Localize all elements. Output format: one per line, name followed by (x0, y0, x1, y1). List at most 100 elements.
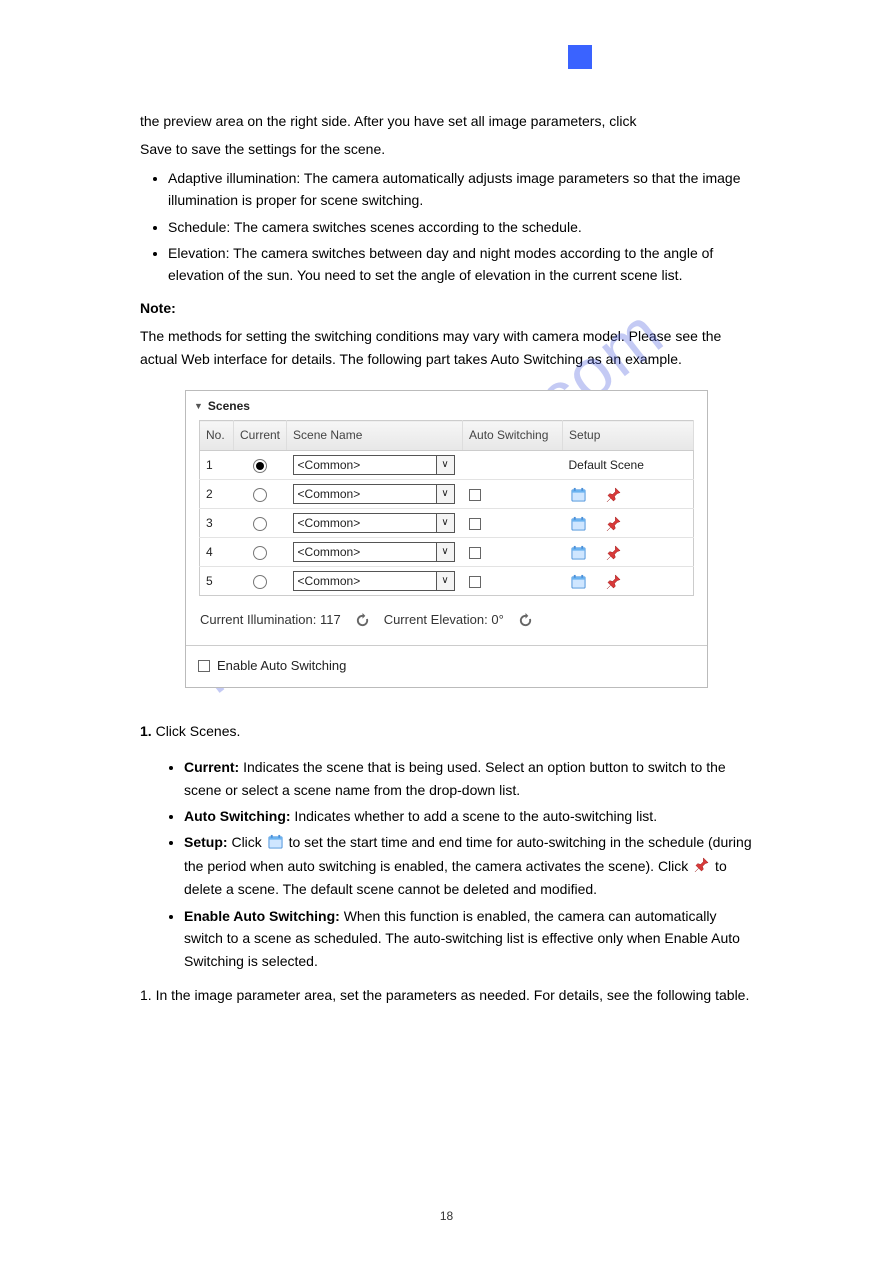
refresh-icon[interactable] (355, 613, 370, 628)
current-radio-cell (234, 509, 287, 538)
scene-name-value: <Common> (298, 572, 361, 591)
table-row: 5 <Common> ∨ (200, 567, 694, 596)
trailing-step: 1. In the image parameter area, set the … (140, 984, 753, 1006)
auto-switching-cell (463, 567, 563, 596)
scene-name-dropdown[interactable]: <Common> ∨ (293, 542, 455, 562)
intro-line-2: Save to save the settings for the scene. (140, 138, 753, 160)
note-text: The methods for setting the switching co… (140, 325, 753, 370)
chevron-down-icon: ∨ (436, 543, 454, 561)
setup-cell (563, 480, 694, 509)
condition-bullets: Adaptive illumination: The camera automa… (140, 167, 753, 287)
bullet-item: Adaptive illumination: The camera automa… (168, 167, 753, 212)
page-number: 18 (0, 1209, 893, 1223)
auto-switching-cell (463, 509, 563, 538)
scene-name-dropdown[interactable]: <Common> ∨ (293, 571, 455, 591)
setup-cell (563, 567, 694, 596)
auto-switching-checkbox[interactable] (469, 518, 481, 530)
col-header-scene-name: Scene Name (287, 421, 463, 451)
setup-cell: Default Scene (563, 451, 694, 480)
scenes-title: Scenes (208, 397, 250, 416)
pin-icon[interactable] (606, 545, 621, 560)
scene-name-cell: <Common> ∨ (287, 509, 463, 538)
scenes-table: No. Current Scene Name Auto Switching Se… (199, 420, 694, 596)
enable-auto-switching-checkbox[interactable] (198, 660, 210, 672)
bullet-item: Schedule: The camera switches scenes acc… (168, 216, 753, 238)
refresh-icon[interactable] (518, 613, 533, 628)
auto-switching-checkbox[interactable] (469, 576, 481, 588)
current-radio-cell (234, 567, 287, 596)
scene-name-value: <Common> (298, 485, 361, 504)
bullet-item: Elevation: The camera switches between d… (168, 242, 753, 287)
scene-name-dropdown[interactable]: <Common> ∨ (293, 513, 455, 533)
table-row: 2 <Common> ∨ (200, 480, 694, 509)
table-row: 3 <Common> ∨ (200, 509, 694, 538)
col-header-setup: Setup (563, 421, 694, 451)
row-number: 5 (200, 567, 234, 596)
chevron-down-icon: ∨ (436, 514, 454, 532)
col-header-no: No. (200, 421, 234, 451)
auto-switching-checkbox[interactable] (469, 489, 481, 501)
scene-name-dropdown[interactable]: <Common> ∨ (293, 484, 455, 504)
scene-name-cell: <Common> ∨ (287, 567, 463, 596)
chevron-down-icon: ∨ (436, 572, 454, 590)
calendar-icon[interactable] (571, 516, 586, 531)
auto-switching-cell (463, 538, 563, 567)
note-block: Note: (140, 297, 753, 319)
scene-name-value: <Common> (298, 514, 361, 533)
page-corner-marker (568, 45, 592, 69)
scenes-section-header[interactable]: ▼ Scenes (186, 391, 707, 420)
row-number: 4 (200, 538, 234, 567)
intro-line-1: the preview area on the right side. Afte… (140, 110, 753, 132)
pin-icon (694, 856, 709, 878)
current-scene-radio[interactable] (253, 517, 267, 531)
calendar-icon[interactable] (571, 574, 586, 589)
list-item: Enable Auto Switching: When this functio… (184, 905, 753, 972)
list-item: Auto Switching: Indicates whether to add… (184, 805, 753, 827)
row-number: 3 (200, 509, 234, 538)
elevation-label: Current Elevation: 0° (384, 610, 504, 631)
table-row: 4 <Common> ∨ (200, 538, 694, 567)
current-scene-radio[interactable] (253, 546, 267, 560)
list-item: Setup: Click to set the start time and e… (184, 831, 753, 900)
current-radio-cell (234, 451, 287, 480)
pin-icon[interactable] (606, 574, 621, 589)
current-scene-radio[interactable] (253, 575, 267, 589)
scene-name-cell: <Common> ∨ (287, 451, 463, 480)
chevron-down-icon: ∨ (436, 456, 454, 474)
auto-switching-cell (463, 480, 563, 509)
list-item: Current: Indicates the scene that is bei… (184, 756, 753, 801)
current-radio-cell (234, 480, 287, 509)
current-scene-radio[interactable] (253, 488, 267, 502)
chevron-down-icon: ∨ (436, 485, 454, 503)
table-row: 1 <Common> ∨ Default Scene (200, 451, 694, 480)
col-header-auto-switching: Auto Switching (463, 421, 563, 451)
collapse-triangle-icon: ▼ (194, 399, 203, 413)
setup-cell (563, 509, 694, 538)
auto-switching-checkbox[interactable] (469, 547, 481, 559)
enable-auto-switching-row: Enable Auto Switching (186, 646, 707, 687)
setup-cell (563, 538, 694, 567)
note-label: Note: (140, 300, 176, 316)
enable-auto-switching-label: Enable Auto Switching (217, 656, 346, 677)
pin-icon[interactable] (606, 516, 621, 531)
pin-icon[interactable] (606, 487, 621, 502)
calendar-icon (268, 833, 283, 855)
illumination-label: Current Illumination: 117 (200, 610, 341, 631)
setup-explain-list: Current: Indicates the scene that is bei… (140, 756, 753, 972)
row-number: 1 (200, 451, 234, 480)
row-number: 2 (200, 480, 234, 509)
scene-name-dropdown[interactable]: <Common> ∨ (293, 455, 455, 475)
current-radio-cell (234, 538, 287, 567)
scenes-panel-screenshot: ▼ Scenes No. Current Scene Name Auto Swi… (185, 390, 708, 688)
current-scene-radio[interactable] (253, 459, 267, 473)
steps-lead: 1. Click Scenes. (140, 720, 753, 742)
status-row: Current Illumination: 117 Current Elevat… (186, 610, 707, 646)
scene-name-cell: <Common> ∨ (287, 538, 463, 567)
auto-switching-cell (463, 451, 563, 480)
scene-name-value: <Common> (298, 456, 361, 475)
calendar-icon[interactable] (571, 545, 586, 560)
scene-name-cell: <Common> ∨ (287, 480, 463, 509)
col-header-current: Current (234, 421, 287, 451)
calendar-icon[interactable] (571, 487, 586, 502)
scene-name-value: <Common> (298, 543, 361, 562)
